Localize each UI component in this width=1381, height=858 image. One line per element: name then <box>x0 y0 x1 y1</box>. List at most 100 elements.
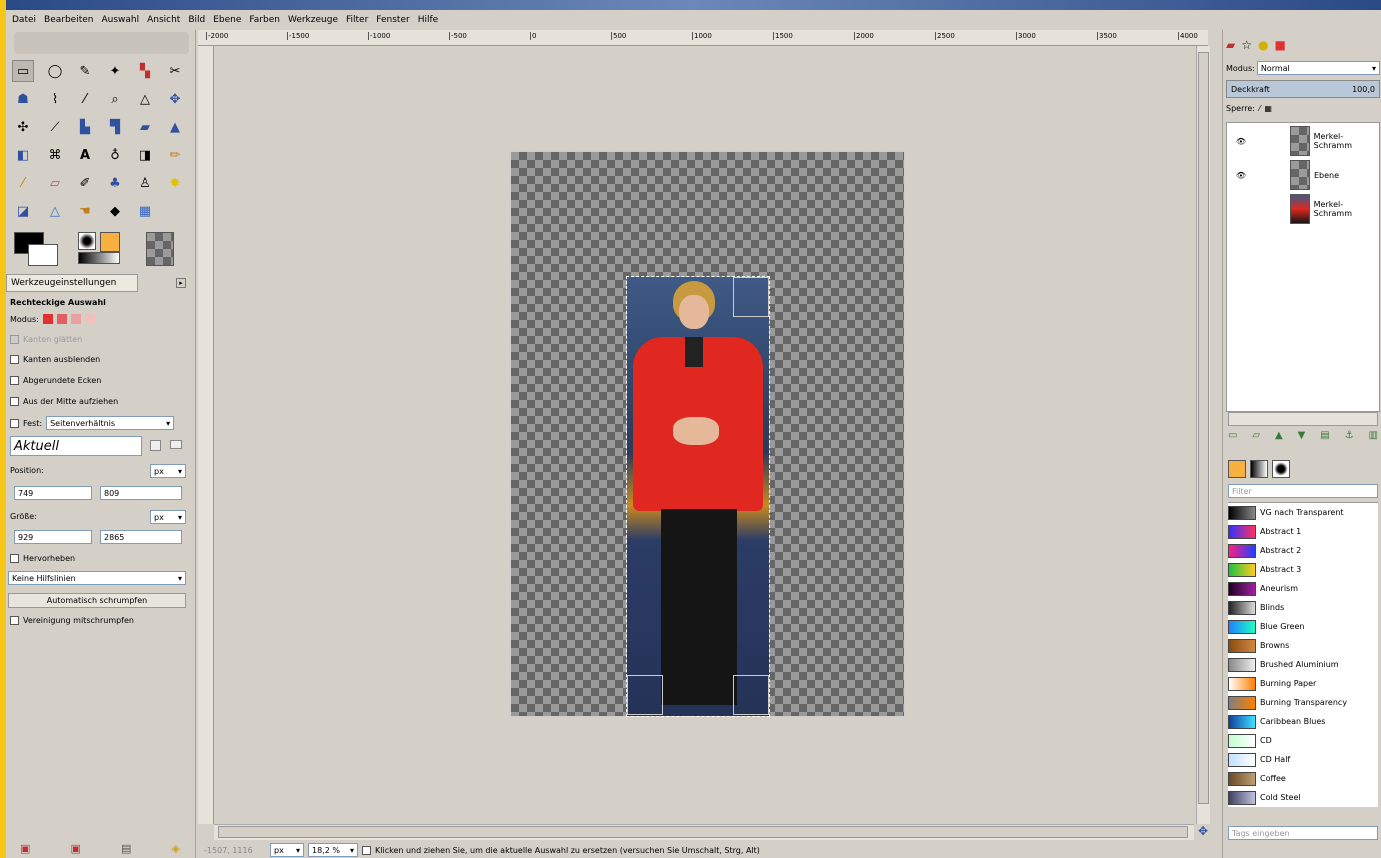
horizontal-ruler[interactable]: -2000 -1500 -1000 -500 0 500 1000 1500 2000 2500 3… <box>198 30 1208 46</box>
vertical-scrollbar[interactable] <box>1196 46 1210 824</box>
opacity-slider[interactable]: Deckkraft 100,0 <box>1226 80 1380 98</box>
color-select-icon[interactable]: ▚ <box>134 60 156 82</box>
measure-icon[interactable]: △ <box>134 88 156 110</box>
rect-select-icon[interactable]: ▭ <box>12 60 34 82</box>
color-picker-icon[interactable]: ⁄ <box>74 88 96 110</box>
shear-icon[interactable]: ▰ <box>134 116 156 138</box>
rounded-checkbox[interactable] <box>10 376 19 385</box>
layer-name[interactable]: Ebene <box>1314 171 1339 180</box>
restore-preset-icon[interactable]: ▣ <box>71 842 81 856</box>
duplicate-layer-icon[interactable]: ▤ <box>1320 430 1329 446</box>
menu-bearbeiten[interactable]: Bearbeiten <box>44 15 93 25</box>
color-tool-icon[interactable]: ▦ <box>134 200 156 222</box>
clone-icon[interactable]: ♙ <box>134 172 156 194</box>
paintbrush-icon[interactable]: ⁄ <box>12 172 34 194</box>
smudge-icon[interactable]: ☚ <box>74 200 96 222</box>
gradient-item[interactable]: CD Half <box>1228 750 1378 769</box>
gradient-item[interactable]: CD <box>1228 731 1378 750</box>
size-h-input[interactable]: 2865 <box>100 530 182 544</box>
cage-icon[interactable]: ⌘ <box>44 144 66 166</box>
scale-icon[interactable]: ▜ <box>104 116 126 138</box>
guides-dropdown[interactable]: Keine Hilfslinien ▾ <box>8 571 186 585</box>
gradient-item[interactable]: Abstract 3 <box>1228 560 1378 579</box>
position-unit-dropdown[interactable]: px ▾ <box>150 464 186 478</box>
ellipse-select-icon[interactable]: ◯ <box>44 60 66 82</box>
airbrush-icon[interactable]: ✐ <box>74 172 96 194</box>
gradient-item[interactable]: Caribbean Blues <box>1228 712 1378 731</box>
gradient-item[interactable]: Blue Green <box>1228 617 1378 636</box>
bucket-fill-icon[interactable]: ♁ <box>104 144 126 166</box>
layer-row[interactable]: 👁 Ebene <box>1226 156 1381 194</box>
gradient-item[interactable]: Coffee <box>1228 769 1378 788</box>
horizontal-scrollbar[interactable] <box>214 824 1194 840</box>
cancel-icon[interactable] <box>362 845 371 855</box>
raise-layer-icon[interactable]: ▲ <box>1275 430 1283 446</box>
paths-icon[interactable]: ⌇ <box>44 88 66 110</box>
status-unit-dropdown[interactable]: px ▾ <box>270 843 304 857</box>
position-y-input[interactable]: 809 <box>100 486 182 500</box>
brush-preview-icon[interactable] <box>78 232 96 250</box>
landscape-icon[interactable] <box>170 440 182 449</box>
pattern-tab-icon[interactable] <box>1228 460 1246 478</box>
perspective-clone-icon[interactable]: ◪ <box>12 200 34 222</box>
anchor-layer-icon[interactable]: ⚓ <box>1345 430 1354 446</box>
heal-icon[interactable]: ✸ <box>164 172 186 194</box>
zoom-icon[interactable]: ⌕ <box>104 88 126 110</box>
lock-alpha-icon[interactable]: ▦ <box>1264 104 1272 113</box>
gradient-preview-icon[interactable] <box>78 252 120 264</box>
gradient-filter-input[interactable]: Filter <box>1228 484 1378 498</box>
gradient-item[interactable]: Aneurism <box>1228 579 1378 598</box>
menu-farben[interactable]: Farben <box>249 15 280 25</box>
text-icon[interactable]: A <box>74 144 96 166</box>
channels-tab-icon[interactable]: ☆ <box>1241 38 1252 52</box>
mode-replace-icon[interactable] <box>42 314 53 324</box>
pencil-icon[interactable]: ✏ <box>164 144 186 166</box>
layer-name[interactable]: Merkel-Schramm <box>1314 200 1381 218</box>
menu-auswahl[interactable]: Auswahl <box>101 15 139 25</box>
gradient-item[interactable]: VG nach Transparent <box>1228 503 1378 522</box>
center-checkbox[interactable] <box>10 397 19 406</box>
highlight-checkbox[interactable] <box>10 554 19 563</box>
navigate-icon[interactable]: ✥ <box>1196 824 1210 840</box>
position-x-input[interactable]: 749 <box>14 486 92 500</box>
fixed-checkbox[interactable] <box>10 418 19 428</box>
portrait-icon[interactable] <box>150 440 161 451</box>
layer-name[interactable]: Merkel-Schramm <box>1314 132 1381 150</box>
antialias-checkbox[interactable] <box>10 335 19 344</box>
mode-intersect-icon[interactable] <box>84 314 95 324</box>
pattern-preview-icon[interactable] <box>100 232 120 252</box>
layer-image-photo[interactable] <box>626 276 770 717</box>
shrink-merged-checkbox[interactable] <box>10 616 19 625</box>
save-preset-icon[interactable]: ▣ <box>20 842 30 856</box>
size-w-input[interactable]: 929 <box>14 530 92 544</box>
fuzzy-select-icon[interactable]: ✦ <box>104 60 126 82</box>
layer-row[interactable]: Merkel-Schramm <box>1226 190 1381 228</box>
flip-icon[interactable]: ◧ <box>12 144 34 166</box>
eye-icon[interactable]: 👁 <box>1226 137 1256 146</box>
auto-shrink-button[interactable]: Automatisch schrumpfen <box>8 593 186 608</box>
mode-add-icon[interactable] <box>56 314 67 324</box>
move-icon[interactable]: ✥ <box>164 88 186 110</box>
menu-datei[interactable]: Datei <box>12 15 36 25</box>
paths-tab-icon[interactable]: ● <box>1258 38 1268 52</box>
gradient-item[interactable]: Abstract 1 <box>1228 522 1378 541</box>
mode-subtract-icon[interactable] <box>70 314 81 324</box>
zoom-dropdown[interactable]: 18,2 % ▾ <box>308 843 358 857</box>
menu-hilfe[interactable]: Hilfe <box>418 15 438 25</box>
layers-hscroll[interactable] <box>1228 412 1378 426</box>
blur-icon[interactable]: △ <box>44 200 66 222</box>
gradient-item[interactable]: Browns <box>1228 636 1378 655</box>
layer-row[interactable]: 👁 Merkel-Schramm <box>1226 122 1381 160</box>
lower-layer-icon[interactable]: ▼ <box>1298 430 1306 446</box>
gradient-item[interactable]: Blinds <box>1228 598 1378 617</box>
tags-input[interactable]: Tags eingeben <box>1228 826 1378 840</box>
gradient-item[interactable]: Abstract 2 <box>1228 541 1378 560</box>
fixed-dropdown[interactable]: Seitenverhältnis ▾ <box>46 416 175 430</box>
undo-tab-icon[interactable]: ■ <box>1274 38 1285 52</box>
menu-ansicht[interactable]: Ansicht <box>147 15 180 25</box>
menu-bild[interactable]: Bild <box>188 15 205 25</box>
eraser-icon[interactable]: ▱ <box>44 172 66 194</box>
menu-fenster[interactable]: Fenster <box>376 15 409 25</box>
tab-menu-icon[interactable]: ▸ <box>176 278 186 288</box>
new-layer-icon[interactable]: ▭ <box>1228 430 1237 446</box>
